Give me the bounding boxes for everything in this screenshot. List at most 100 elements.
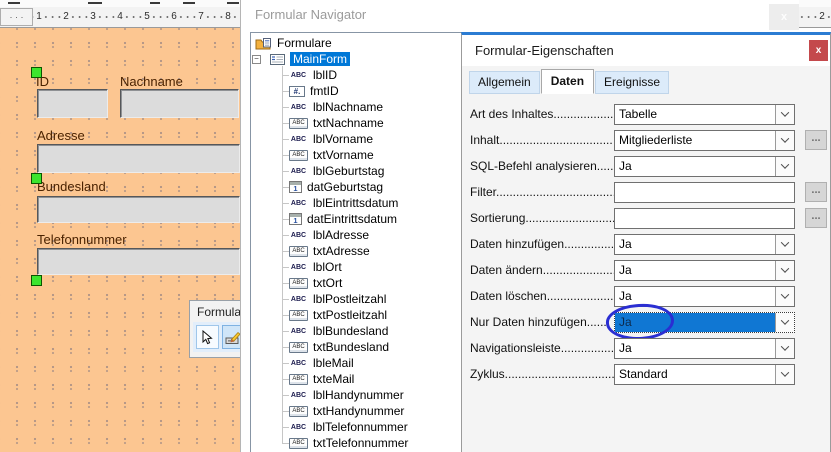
control-type-icon — [289, 230, 308, 241]
control-type-icon — [289, 198, 308, 209]
property-value[interactable]: Ja — [615, 339, 775, 358]
text-box-id[interactable] — [37, 89, 108, 118]
property-label: SQL-Befehl analysieren..... — [470, 159, 614, 173]
control-type-icon — [289, 310, 308, 321]
select-tool-button[interactable] — [196, 325, 219, 349]
property-value[interactable]: Ja — [615, 313, 775, 332]
chevron-down-icon[interactable] — [775, 157, 794, 176]
toolbar-button-strip — [193, 322, 247, 352]
property-dropdown[interactable] — [614, 208, 795, 229]
property-label: Filter..................................… — [470, 185, 614, 199]
more-button[interactable]: ... — [805, 182, 827, 202]
tree-item-label: lblOrt — [313, 260, 342, 274]
dialog-titlebar[interactable]: Formular-Eigenschaften x — [462, 35, 830, 66]
property-dropdown[interactable]: Standard — [614, 364, 795, 385]
property-value[interactable]: Ja — [615, 261, 775, 280]
property-row: Inhalt..................................… — [470, 127, 826, 153]
property-row: Zyklus..................................… — [470, 361, 826, 387]
tree-item-label: lblID — [313, 68, 337, 82]
control-type-icon — [289, 86, 305, 97]
control-type-icon — [289, 422, 308, 433]
tree-item-label: txtTelefonnummer — [313, 436, 408, 450]
text-box-nachname[interactable] — [120, 89, 239, 118]
chevron-down-icon[interactable] — [775, 235, 794, 254]
control-type-icon — [289, 390, 308, 401]
control-type-icon — [289, 213, 302, 225]
navigator-close-button[interactable]: x — [769, 4, 799, 30]
property-row: Daten ändern...................... Ja — [470, 257, 826, 283]
control-type-icon — [289, 150, 308, 161]
toolbar-remnant-mark — [150, 2, 160, 4]
tab-allgemein[interactable]: Allgemein — [469, 71, 540, 94]
forms-folder-icon — [255, 37, 272, 50]
property-dropdown[interactable]: Ja — [614, 234, 795, 255]
toolbar-remnant-mark — [227, 2, 239, 4]
control-type-icon — [289, 374, 308, 385]
control-type-icon — [289, 262, 308, 273]
property-value[interactable]: Tabelle — [615, 105, 775, 124]
ruler-number: 8 — [223, 10, 233, 24]
property-dropdown[interactable]: Ja — [614, 156, 795, 177]
tree-item-label: txtOrt — [313, 276, 342, 290]
property-row: Nur Daten hinzufügen...... Ja — [470, 309, 826, 335]
ruler-number: 5 — [142, 10, 152, 24]
property-dropdown[interactable]: Ja — [614, 312, 795, 333]
tree-item-label: lblEintrittsdatum — [313, 196, 398, 210]
control-type-icon — [289, 70, 308, 81]
control-type-icon — [289, 406, 308, 417]
form-icon — [270, 54, 285, 65]
property-dropdown[interactable]: Mitgliederliste — [614, 130, 795, 151]
navigator-window-title: Formular Navigator — [255, 7, 366, 22]
tree-item-label: Formulare — [277, 36, 332, 50]
property-value[interactable]: Ja — [615, 287, 775, 306]
property-dropdown[interactable]: Ja — [614, 338, 795, 359]
toolbar-remnant-mark — [8, 2, 20, 4]
field-label-nachname[interactable]: Nachname — [120, 74, 183, 89]
property-value[interactable]: Standard — [615, 365, 775, 384]
property-dropdown[interactable]: Tabelle — [614, 104, 795, 125]
selection-handle[interactable] — [31, 173, 42, 184]
property-value[interactable]: Mitgliederliste — [615, 131, 775, 150]
property-row: Navigationsleiste................ Ja — [470, 335, 826, 361]
collapse-expander-icon[interactable]: − — [252, 55, 261, 64]
property-row: Daten löschen..................... Ja — [470, 283, 826, 309]
text-box-bundesland[interactable] — [37, 196, 240, 223]
property-value[interactable] — [615, 183, 794, 202]
chevron-down-icon[interactable] — [775, 365, 794, 384]
property-value[interactable] — [615, 209, 794, 228]
property-value[interactable]: Ja — [615, 235, 775, 254]
field-label-bundesland[interactable]: Bundesland — [37, 179, 106, 194]
ruler-number: 4 — [115, 10, 125, 24]
field-label-adresse[interactable]: Adresse — [37, 128, 85, 143]
cursor-arrow-icon — [200, 330, 214, 345]
chevron-down-icon[interactable] — [775, 105, 794, 124]
tree-item-label: lblGeburtstag — [313, 164, 384, 178]
chevron-down-icon[interactable] — [775, 313, 794, 332]
control-type-icon — [289, 166, 308, 177]
control-type-icon — [289, 246, 308, 257]
ruler-corner-box: · · · — [0, 8, 33, 26]
tab-daten[interactable]: Daten — [541, 69, 594, 94]
selection-handle[interactable] — [31, 67, 42, 78]
property-dropdown[interactable] — [614, 182, 795, 203]
property-value[interactable]: Ja — [615, 157, 775, 176]
dialog-close-button[interactable]: x — [809, 40, 828, 61]
more-button[interactable]: ... — [805, 130, 827, 150]
field-label-telefonnummer[interactable]: Telefonnummer — [37, 232, 127, 247]
control-type-icon — [289, 326, 308, 337]
chevron-down-icon[interactable] — [775, 287, 794, 306]
chevron-down-icon[interactable] — [775, 131, 794, 150]
text-box-adresse[interactable] — [37, 144, 240, 173]
selection-handle[interactable] — [31, 275, 42, 286]
chevron-down-icon[interactable] — [775, 261, 794, 280]
tab-ereignisse[interactable]: Ereignisse — [595, 71, 669, 94]
tree-item-label: txteMail — [313, 372, 354, 386]
property-label: Nur Daten hinzufügen...... — [470, 315, 614, 329]
text-box-telefonnummer[interactable] — [37, 248, 240, 275]
property-dropdown[interactable]: Ja — [614, 286, 795, 307]
chevron-down-icon[interactable] — [775, 339, 794, 358]
property-label: Inhalt.................................. — [470, 133, 614, 147]
property-dropdown[interactable]: Ja — [614, 260, 795, 281]
more-button[interactable]: ... — [805, 208, 827, 228]
ruler-number: 2 — [817, 10, 827, 24]
